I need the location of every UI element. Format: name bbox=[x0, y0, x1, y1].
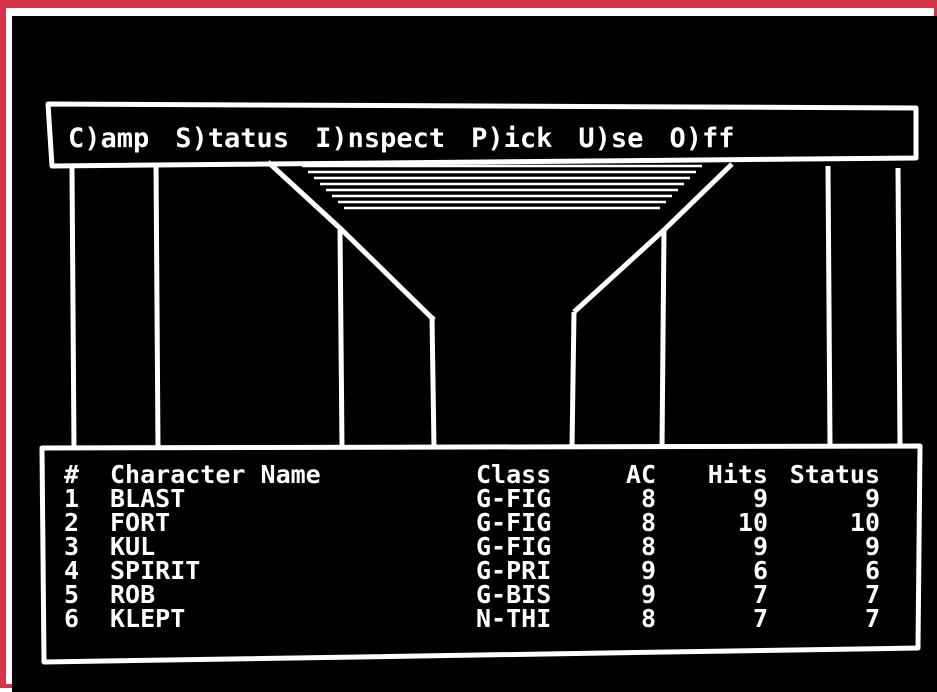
menu-camp[interactable]: C)amp bbox=[68, 123, 149, 154]
menu-inspect[interactable]: I)nspect bbox=[315, 123, 445, 154]
wall-left-inner bbox=[429, 315, 437, 449]
row-status: 7 bbox=[864, 604, 880, 633]
game-screen: C)amp S)tatus I)nspect P)ick U)se O)ff #… bbox=[12, 16, 937, 692]
wall-left-post bbox=[337, 229, 345, 449]
wall-right-inner bbox=[569, 311, 577, 449]
wall-far-left-outer bbox=[69, 167, 77, 451]
row-class: N-THI bbox=[476, 604, 552, 633]
menu-off[interactable]: O)ff bbox=[669, 123, 734, 154]
wall-far-right-inner bbox=[825, 165, 833, 447]
row-ac: 8 bbox=[640, 604, 656, 633]
menu-pick[interactable]: P)ick bbox=[471, 123, 552, 154]
wall-right-diagonal bbox=[572, 162, 734, 314]
ceiling-stripes bbox=[302, 164, 702, 210]
row-hits: 7 bbox=[752, 604, 768, 633]
wall-far-left-inner bbox=[153, 163, 161, 449]
wall-far-right-outer bbox=[895, 167, 903, 447]
menu-use[interactable]: U)se bbox=[578, 123, 643, 154]
row-name: KLEPT bbox=[110, 604, 186, 633]
wall-right-post bbox=[659, 229, 667, 449]
menu-status[interactable]: S)tatus bbox=[175, 123, 289, 154]
row-num: 6 bbox=[64, 604, 80, 633]
monitor-frame: C)amp S)tatus I)nspect P)ick U)se O)ff #… bbox=[0, 0, 937, 692]
wall-left-diagonal bbox=[266, 160, 436, 322]
command-menu: C)amp S)tatus I)nspect P)ick U)se O)ff bbox=[68, 116, 908, 160]
